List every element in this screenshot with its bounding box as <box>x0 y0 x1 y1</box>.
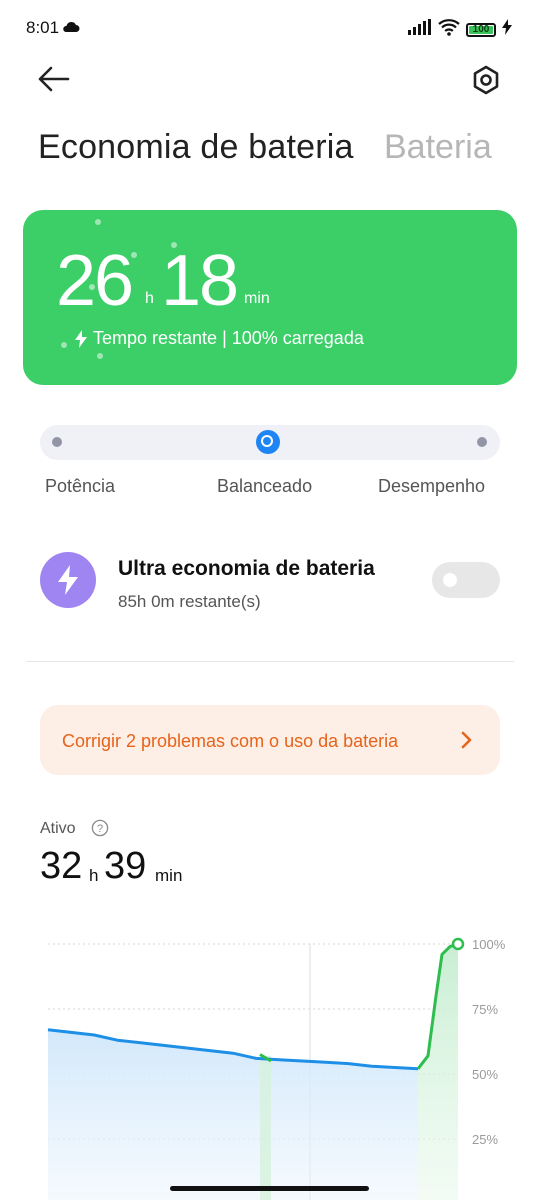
status-time: 8:01 <box>26 18 60 37</box>
home-indicator[interactable] <box>170 1186 369 1191</box>
wifi-icon <box>438 18 460 41</box>
minutes-unit: min <box>244 290 270 307</box>
charging-bolt-icon <box>502 19 512 40</box>
mode-label-potencia[interactable]: Potência <box>45 476 115 497</box>
toggle-knob <box>443 573 457 587</box>
page-title: Economia de bateria <box>38 128 354 166</box>
ultra-saver-toggle[interactable] <box>432 562 500 598</box>
power-mode-slider[interactable] <box>40 425 500 460</box>
battery-level-chart[interactable]: 100% 75% 50% 25% <box>0 920 540 1200</box>
card-subtitle-text: Tempo restante | 100% carregada <box>93 328 364 348</box>
battery-icon: 100 <box>466 22 496 37</box>
signal-icon <box>408 19 432 40</box>
mode-label-balanceado[interactable]: Balanceado <box>217 476 312 497</box>
current-level-point[interactable] <box>451 937 465 951</box>
slider-knob[interactable] <box>256 430 280 454</box>
fix-issues-banner[interactable]: Corrigir 2 problemas com o uso da bateri… <box>40 705 500 775</box>
svg-text:?: ? <box>97 823 103 835</box>
active-minutes: 39 <box>104 845 147 887</box>
y-tick-label: 25% <box>472 1132 498 1147</box>
fix-issues-text: Corrigir 2 problemas com o uso da bateri… <box>62 731 399 751</box>
lightning-bolt-icon <box>58 565 78 595</box>
chevron-right-icon <box>461 731 472 749</box>
ultra-saver-icon <box>40 552 96 608</box>
active-minutes-unit: min <box>155 866 183 885</box>
active-hours-unit: h <box>89 866 99 885</box>
status-icons: 100 <box>408 18 512 41</box>
gear-icon <box>473 65 499 95</box>
y-tick-label: 50% <box>472 1067 498 1082</box>
remaining-time-card: 26 h 18 min Tempo restante | 100% carreg… <box>23 210 517 385</box>
card-subtitle: Tempo restante | 100% carregada <box>75 328 364 349</box>
remaining-minutes: 18 <box>161 241 239 321</box>
discharge-area <box>48 1029 418 1200</box>
battery-level: 100 <box>472 23 490 35</box>
cloud-icon <box>62 20 80 38</box>
charge-band <box>260 1055 271 1200</box>
lightning-icon <box>75 329 87 348</box>
help-icon[interactable]: ? <box>91 819 109 837</box>
tab-bateria[interactable]: Bateria <box>384 128 492 167</box>
back-button[interactable] <box>36 64 76 100</box>
back-arrow-icon <box>38 66 70 92</box>
ultra-saver-title: Ultra economia de bateria <box>118 557 375 580</box>
active-hours: 32 <box>40 845 83 887</box>
divider <box>26 661 514 662</box>
mode-stop-potencia[interactable] <box>52 437 62 447</box>
mode-label-desempenho[interactable]: Desempenho <box>378 476 485 497</box>
ultra-saver-subtitle: 85h 0m restante(s) <box>118 592 261 611</box>
settings-button[interactable] <box>470 64 506 100</box>
hours-unit: h <box>145 290 154 307</box>
mode-stop-desempenho[interactable] <box>477 437 487 447</box>
y-tick-label: 75% <box>472 1002 498 1017</box>
y-tick-label: 100% <box>472 937 506 952</box>
remaining-hours: 26 <box>56 241 134 321</box>
active-label: Ativo <box>40 820 76 837</box>
